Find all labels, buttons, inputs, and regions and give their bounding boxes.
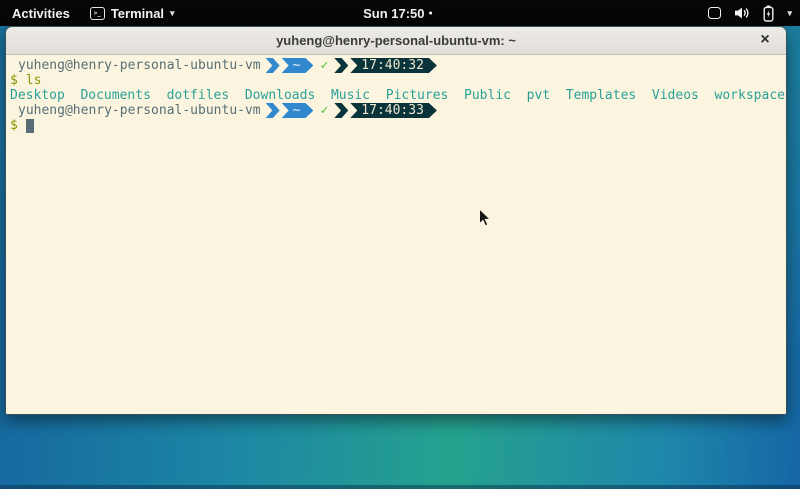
- activities-button[interactable]: Activities: [12, 6, 70, 21]
- prompt-char: $: [10, 73, 18, 88]
- prompt-line: yuheng@henry-personal-ubuntu-vm ~ ✓ 17:4…: [10, 103, 782, 118]
- screen-icon: [708, 7, 721, 19]
- check-icon: ✓: [320, 103, 328, 118]
- ls-item: dotfiles: [167, 88, 230, 103]
- terminal-content[interactable]: yuheng@henry-personal-ubuntu-vm ~ ✓ 17:4…: [6, 55, 786, 414]
- command-line: $ ls: [10, 73, 782, 88]
- clock-label: Sun 17:50: [363, 6, 424, 21]
- ls-item: Templates: [566, 88, 636, 103]
- close-button[interactable]: ×: [754, 29, 776, 51]
- ls-item: Downloads: [245, 88, 315, 103]
- command-line: $: [10, 118, 782, 133]
- powerline-chevron-icon: [334, 103, 348, 118]
- chevron-down-icon: ▾: [170, 8, 175, 19]
- app-menu-terminal[interactable]: >_ Terminal ▾: [90, 6, 175, 21]
- powerline-chevron-icon: [266, 58, 280, 73]
- top-bar: Activities >_ Terminal ▾ Sun 17:50 ● ▾: [0, 0, 800, 26]
- powerline-chevron-icon: [334, 58, 348, 73]
- ls-item: Videos: [652, 88, 699, 103]
- cwd-badge: ~: [282, 58, 314, 73]
- clock-menu[interactable]: Sun 17:50 ●: [363, 6, 433, 21]
- app-menu-label: Terminal: [111, 6, 164, 21]
- volume-icon: [734, 6, 750, 20]
- chevron-down-icon: ▾: [787, 8, 792, 19]
- system-menu[interactable]: ▾: [708, 0, 792, 26]
- prompt-line: yuheng@henry-personal-ubuntu-vm ~ ✓ 17:4…: [10, 58, 782, 73]
- notification-dot: ●: [429, 10, 433, 17]
- cwd-label: ~: [293, 103, 301, 118]
- prompt-user-host: yuheng@henry-personal-ubuntu-vm: [10, 58, 261, 73]
- desktop-bottom-shade: [0, 485, 800, 489]
- window-titlebar[interactable]: yuheng@henry-personal-ubuntu-vm: ~ ×: [6, 27, 786, 55]
- time-badge: 17:40:32: [350, 58, 437, 73]
- battery-charging-icon: [763, 5, 774, 22]
- ls-item: workspace: [715, 88, 785, 103]
- typed-command: ls: [26, 73, 42, 88]
- ls-item: pvt: [527, 88, 550, 103]
- check-icon: ✓: [320, 58, 328, 73]
- terminal-window: yuheng@henry-personal-ubuntu-vm: ~ × yuh…: [5, 26, 787, 415]
- cwd-label: ~: [293, 58, 301, 73]
- time-badge: 17:40:33: [350, 103, 437, 118]
- ls-item: Documents: [80, 88, 150, 103]
- time-label: 17:40:33: [361, 103, 424, 118]
- ls-item: Public: [464, 88, 511, 103]
- ls-item: Pictures: [386, 88, 449, 103]
- powerline-chevron-icon: [266, 103, 280, 118]
- ls-item: Music: [331, 88, 370, 103]
- ls-output: Desktop Documents dotfiles Downloads Mus…: [10, 88, 782, 103]
- terminal-app-icon: >_: [90, 7, 105, 20]
- time-label: 17:40:32: [361, 58, 424, 73]
- cwd-badge: ~: [282, 103, 314, 118]
- window-title: yuheng@henry-personal-ubuntu-vm: ~: [276, 33, 516, 48]
- prompt-char: $: [10, 118, 18, 133]
- prompt-user-host: yuheng@henry-personal-ubuntu-vm: [10, 103, 261, 118]
- text-cursor: [26, 119, 34, 133]
- ls-item: Desktop: [10, 88, 65, 103]
